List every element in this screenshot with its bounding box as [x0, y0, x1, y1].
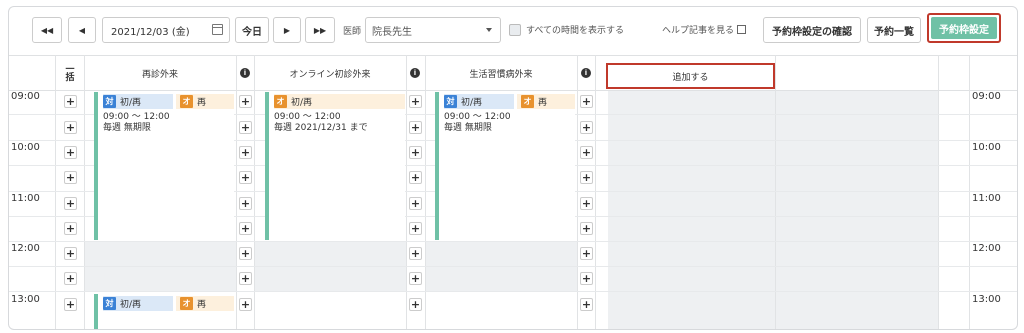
- next-day-button[interactable]: ▶: [273, 17, 301, 43]
- schedule-grid: 一括 再診外来 i オンライン初診外来 i 生活習慣病外来 i 追加する 09:…: [9, 55, 1017, 329]
- confirm-settings-button[interactable]: 予約枠設定の確認: [763, 17, 861, 43]
- add-slot-button[interactable]: +: [409, 298, 422, 311]
- doctor-select-value: 院長先生: [372, 26, 412, 38]
- date-field[interactable]: 2021/12/03 (金): [102, 17, 230, 43]
- caret-down-icon: [486, 28, 492, 32]
- info-icon[interactable]: i: [577, 56, 595, 90]
- add-slot-button[interactable]: +: [239, 272, 252, 285]
- add-slot-button[interactable]: +: [409, 146, 422, 159]
- slot-repeat: 毎週 2021/12/31 まで: [274, 123, 368, 133]
- prev-day-button[interactable]: ◀: [68, 17, 96, 43]
- reservation-list-button[interactable]: 予約一覧: [867, 17, 921, 43]
- slot-card[interactable]: 対初/再 オ再 09:00 ～ 12:00 毎週 無期限: [435, 92, 575, 240]
- tag-face-to-face: 対初/再: [444, 94, 514, 109]
- date-value: 2021/12/03 (金): [111, 26, 190, 38]
- add-slot-button[interactable]: +: [64, 222, 77, 235]
- tag-face-to-face: 対初/再: [103, 296, 173, 311]
- add-slot-button[interactable]: +: [580, 95, 593, 108]
- add-slot-button[interactable]: +: [64, 95, 77, 108]
- time-label: 12:00: [11, 243, 40, 254]
- doctor-label: 医師: [343, 27, 362, 37]
- add-slot-button[interactable]: +: [239, 171, 252, 184]
- add-slot-button[interactable]: +: [580, 298, 593, 311]
- time-label: 09:00: [972, 91, 1001, 102]
- add-slot-button[interactable]: +: [239, 222, 252, 235]
- slot-card[interactable]: 対初/再 オ再: [94, 294, 234, 329]
- time-label: 13:00: [972, 294, 1001, 305]
- next-week-button[interactable]: ▶▶: [305, 17, 335, 43]
- add-slot-button[interactable]: +: [64, 197, 77, 210]
- column-header-row: 一括 再診外来 i オンライン初診外来 i 生活習慣病外来 i 追加する: [9, 55, 1017, 91]
- external-link-icon: [737, 25, 747, 34]
- column-header: 再診外来: [141, 69, 178, 80]
- add-slot-button[interactable]: +: [239, 197, 252, 210]
- slot-settings-label: 予約枠設定: [931, 17, 997, 39]
- help-link[interactable]: ヘルプ記事を見る: [662, 23, 747, 36]
- column-header: オンライン初診外来: [289, 69, 371, 80]
- today-button[interactable]: 今日: [235, 17, 269, 43]
- add-slot-button[interactable]: +: [580, 272, 593, 285]
- time-label: 09:00: [11, 91, 40, 102]
- tag-online: オ初/再: [274, 94, 405, 109]
- toolbar: ◀◀ ◀ 2021/12/03 (金) 今日 ▶ ▶▶ 医師 院長先生 すべての…: [9, 7, 1017, 47]
- add-slot-button[interactable]: +: [239, 298, 252, 311]
- slot-card[interactable]: 対初/再 オ再 09:00 ～ 12:00 毎週 無期限: [94, 92, 234, 240]
- slot-card[interactable]: オ初/再 09:00 ～ 12:00 毎週 2021/12/31 まで: [265, 92, 405, 240]
- tag-face-to-face: 対初/再: [103, 94, 173, 109]
- doctor-select[interactable]: 院長先生: [365, 17, 501, 43]
- collapse-all-toggle[interactable]: 一括: [63, 66, 77, 83]
- add-slot-button[interactable]: +: [409, 197, 422, 210]
- show-all-label[interactable]: すべての時間を表示する: [526, 23, 624, 36]
- prev-week-button[interactable]: ◀◀: [32, 17, 62, 43]
- slot-repeat: 毎週 無期限: [444, 123, 492, 133]
- add-slot-button[interactable]: +: [580, 121, 593, 134]
- empty-area: [608, 89, 938, 329]
- time-label: 10:00: [972, 142, 1001, 153]
- add-slot-button[interactable]: +: [409, 171, 422, 184]
- time-label: 13:00: [11, 294, 40, 305]
- slot-repeat: 毎週 無期限: [103, 123, 151, 133]
- show-all-checkbox[interactable]: [509, 24, 521, 36]
- add-slot-button[interactable]: +: [239, 95, 252, 108]
- calendar-icon[interactable]: [212, 24, 223, 35]
- help-link-label: ヘルプ記事を見る: [662, 26, 735, 36]
- info-icon[interactable]: i: [406, 56, 424, 90]
- add-slot-button[interactable]: +: [239, 247, 252, 260]
- add-slot-button[interactable]: +: [239, 146, 252, 159]
- slot-time: 09:00 ～ 12:00: [103, 112, 170, 122]
- column-header: 生活習慣病外来: [469, 69, 533, 80]
- add-slot-button[interactable]: +: [239, 121, 252, 134]
- add-slot-button[interactable]: +: [580, 247, 593, 260]
- time-label: 12:00: [972, 243, 1001, 254]
- add-slot-button[interactable]: +: [64, 247, 77, 260]
- add-slot-button[interactable]: +: [64, 146, 77, 159]
- add-slot-button[interactable]: +: [64, 298, 77, 311]
- time-label: 10:00: [11, 142, 40, 153]
- schedule-panel: ◀◀ ◀ 2021/12/03 (金) 今日 ▶ ▶▶ 医師 院長先生 すべての…: [8, 6, 1018, 330]
- add-slot-button[interactable]: +: [409, 95, 422, 108]
- time-label: 11:00: [972, 193, 1001, 204]
- add-slot-button[interactable]: +: [409, 247, 422, 260]
- add-slot-button[interactable]: +: [580, 171, 593, 184]
- add-slot-button[interactable]: +: [409, 272, 422, 285]
- info-icon[interactable]: i: [236, 56, 254, 90]
- add-slot-button[interactable]: +: [64, 272, 77, 285]
- add-slot-button[interactable]: +: [580, 146, 593, 159]
- add-slot-button[interactable]: +: [409, 121, 422, 134]
- add-slot-button[interactable]: +: [64, 121, 77, 134]
- tag-online: オ再: [176, 296, 234, 311]
- slot-time: 09:00 ～ 12:00: [444, 112, 511, 122]
- slot-settings-button[interactable]: 予約枠設定: [927, 13, 1001, 43]
- time-label: 11:00: [11, 193, 40, 204]
- tag-online: オ再: [517, 94, 575, 109]
- add-slot-button[interactable]: +: [580, 197, 593, 210]
- add-slot-button[interactable]: +: [580, 222, 593, 235]
- tag-online: オ再: [176, 94, 234, 109]
- add-slot-button[interactable]: +: [409, 222, 422, 235]
- add-slot-button[interactable]: +: [64, 171, 77, 184]
- slot-time: 09:00 ～ 12:00: [274, 112, 341, 122]
- add-column-button[interactable]: 追加する: [606, 63, 775, 89]
